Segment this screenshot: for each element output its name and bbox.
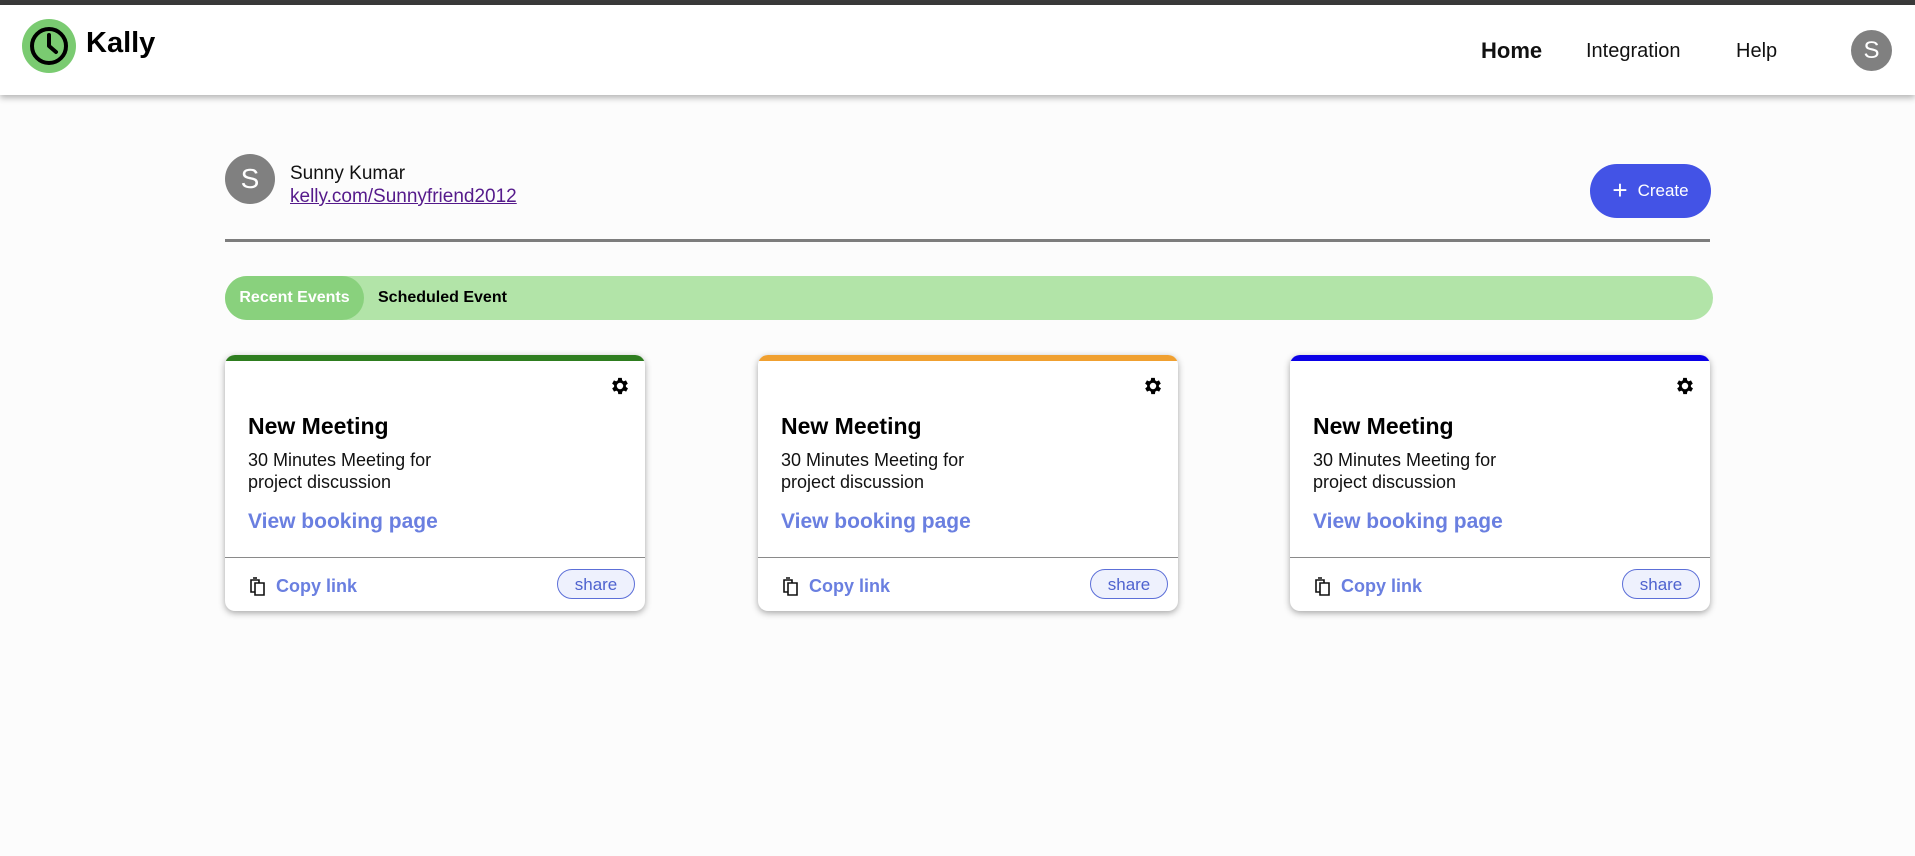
share-button[interactable]: share [557, 569, 635, 599]
tab-recent-events[interactable]: Recent Events [225, 276, 364, 320]
card-title: New Meeting [1313, 413, 1454, 439]
view-booking-link[interactable]: View booking page [1313, 510, 1503, 534]
profile-name: Sunny Kumar [290, 163, 406, 184]
card-divider [1290, 557, 1710, 558]
plus-icon: + [1612, 175, 1628, 205]
profile-avatar: S [225, 154, 275, 204]
copy-icon [783, 577, 798, 596]
card-accent-stripe [225, 355, 645, 361]
brand-name[interactable]: Kally [86, 27, 155, 60]
tab-scheduled-event[interactable]: Scheduled Event [378, 276, 507, 320]
card-title: New Meeting [248, 413, 389, 439]
card-accent-stripe [758, 355, 1178, 361]
share-button[interactable]: share [1622, 569, 1700, 599]
create-button[interactable]: + Create [1590, 164, 1711, 218]
view-booking-link[interactable]: View booking page [781, 510, 971, 534]
event-card: New Meeting 30 Minutes Meeting for proje… [1290, 355, 1710, 611]
navbar: Kally Home Integration Help S [0, 5, 1915, 95]
card-divider [758, 557, 1178, 558]
copy-link-button[interactable]: Copy link [780, 575, 890, 597]
copy-link-button[interactable]: Copy link [247, 575, 357, 597]
copy-link-button[interactable]: Copy link [1312, 575, 1422, 597]
user-avatar[interactable]: S [1851, 30, 1892, 71]
view-booking-link[interactable]: View booking page [248, 510, 438, 534]
share-button[interactable]: share [1090, 569, 1168, 599]
card-description: 30 Minutes Meeting for project discussio… [248, 450, 432, 492]
gear-icon[interactable] [1142, 375, 1164, 397]
copy-link-label: Copy link [809, 575, 891, 596]
card-description: 30 Minutes Meeting for project discussio… [781, 450, 965, 492]
copy-icon [1315, 577, 1330, 596]
copy-icon [250, 577, 265, 596]
event-card: New Meeting 30 Minutes Meeting for proje… [225, 355, 645, 611]
clock-icon[interactable] [22, 19, 76, 73]
gear-icon[interactable] [609, 375, 631, 397]
card-title: New Meeting [781, 413, 922, 439]
copy-link-label: Copy link [1341, 575, 1423, 596]
copy-link-label: Copy link [276, 575, 358, 596]
card-description: 30 Minutes Meeting for project discussio… [1313, 450, 1497, 492]
profile-booking-link[interactable]: kelly.com/Sunnyfriend2012 [290, 186, 517, 208]
nav-home[interactable]: Home [1481, 38, 1542, 64]
profile-divider [225, 239, 1710, 242]
gear-icon[interactable] [1674, 375, 1696, 397]
nav-integration[interactable]: Integration [1586, 40, 1681, 63]
create-button-label: Create [1637, 181, 1689, 200]
event-tabs: Recent Events Scheduled Event [225, 276, 1713, 320]
event-card: New Meeting 30 Minutes Meeting for proje… [758, 355, 1178, 611]
nav-help[interactable]: Help [1736, 40, 1777, 63]
card-divider [225, 557, 645, 558]
card-accent-stripe [1290, 355, 1710, 361]
